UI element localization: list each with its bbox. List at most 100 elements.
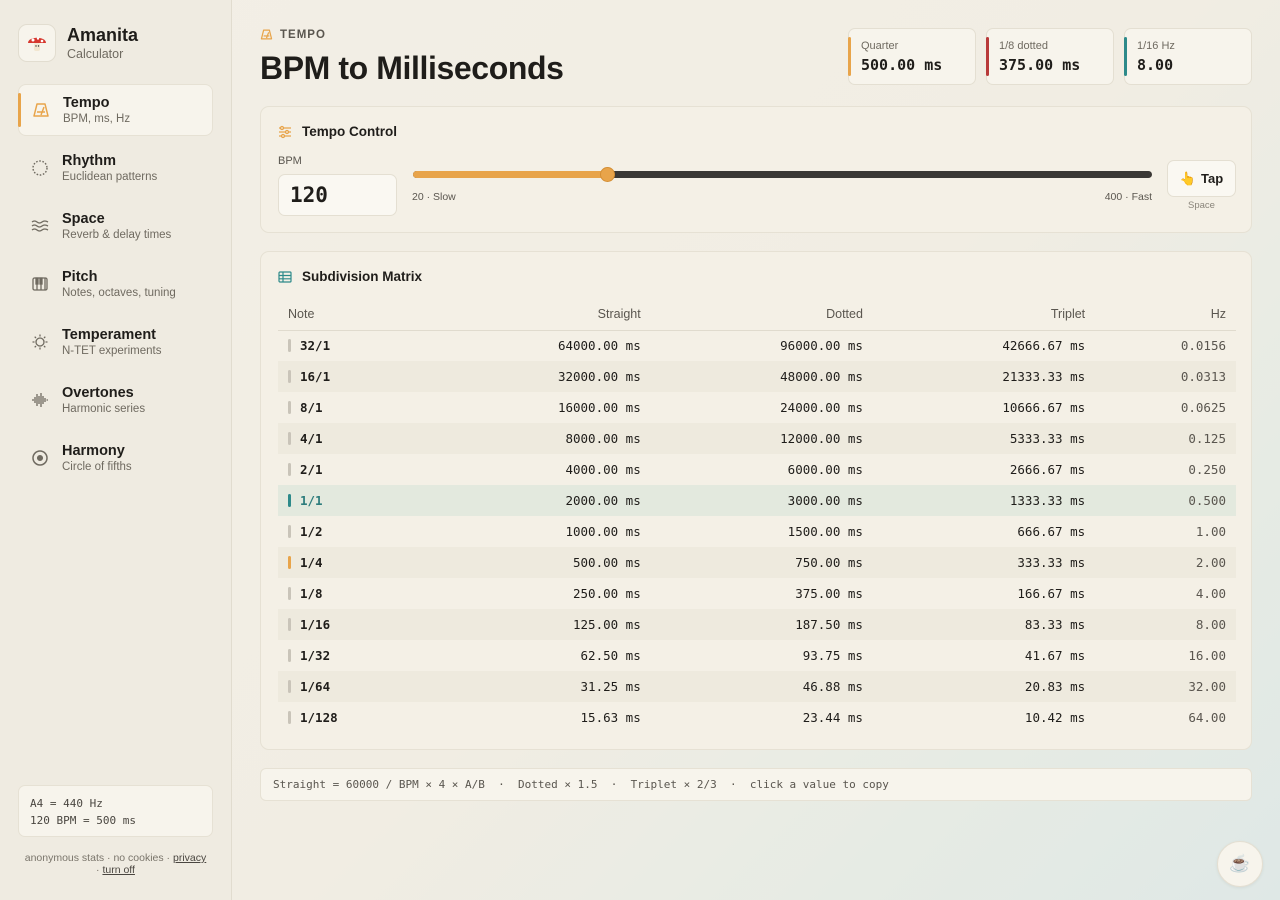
sidebar-item-overtones[interactable]: Overtones Harmonic series — [18, 374, 213, 426]
cell-hz[interactable]: 2.00 — [1095, 547, 1236, 578]
cell-hz[interactable]: 0.0156 — [1095, 330, 1236, 361]
cell-hz[interactable]: 0.0625 — [1095, 392, 1236, 423]
sidebar-item-space[interactable]: Space Reverb & delay times — [18, 200, 213, 252]
cell-straight[interactable]: 500.00 ms — [428, 547, 651, 578]
table-row: 4/1 8000.00 ms 12000.00 ms 5333.33 ms 0.125 — [278, 423, 1236, 454]
table-row: 1/4 500.00 ms 750.00 ms 333.33 ms 2.00 — [278, 547, 1236, 578]
privacy-link[interactable]: privacy — [173, 852, 206, 864]
note-label: 1/1 — [300, 493, 323, 508]
coffee-icon[interactable]: ☕ — [1217, 841, 1263, 887]
turn-off-stats-link[interactable]: turn off — [102, 864, 135, 876]
cell-triplet[interactable]: 666.67 ms — [873, 516, 1095, 547]
cell-dotted[interactable]: 6000.00 ms — [651, 454, 873, 485]
cell-note[interactable]: 2/1 — [278, 454, 429, 485]
cell-straight[interactable]: 64000.00 ms — [429, 330, 651, 361]
cell-triplet[interactable]: 21333.33 ms — [872, 361, 1096, 392]
cell-straight[interactable]: 31.25 ms — [428, 671, 651, 702]
cell-note[interactable]: 1/1 — [278, 485, 429, 516]
sidebar-item-tempo[interactable]: Tempo BPM, ms, Hz — [18, 84, 213, 136]
stat-value: 8.00 — [1137, 56, 1174, 74]
stat-eighth-dotted[interactable]: 1/8 dotted 375.00 ms — [986, 28, 1114, 85]
cell-straight[interactable]: 4000.00 ms — [429, 454, 651, 485]
cell-note[interactable]: 32/1 — [278, 330, 429, 361]
slider-fill — [413, 171, 608, 178]
bpm-input[interactable] — [278, 174, 397, 216]
cell-hz[interactable]: 1.00 — [1095, 516, 1236, 547]
cell-triplet[interactable]: 1333.33 ms — [872, 485, 1096, 516]
cell-hz[interactable]: 64.00 — [1095, 702, 1236, 733]
cell-triplet[interactable]: 333.33 ms — [872, 547, 1096, 578]
subdivision-table: Note Straight Dotted Triplet Hz 32/1 6400… — [278, 299, 1236, 733]
table-row: 1/32 62.50 ms 93.75 ms 41.67 ms 16.00 — [278, 640, 1236, 671]
tap-label: Tap — [1201, 171, 1224, 186]
stat-quarter[interactable]: Quarter 500.00 ms — [848, 28, 976, 85]
cell-hz[interactable]: 8.00 — [1095, 609, 1236, 640]
cell-dotted[interactable]: 750.00 ms — [650, 547, 873, 578]
cell-dotted[interactable]: 96000.00 ms — [651, 330, 873, 361]
note-marker — [288, 339, 291, 353]
cell-note[interactable]: 1/2 — [278, 516, 429, 547]
cell-straight[interactable]: 62.50 ms — [429, 640, 651, 671]
note-label: 1/16 — [300, 617, 331, 632]
cell-straight[interactable]: 16000.00 ms — [429, 392, 651, 423]
cell-hz[interactable]: 0.125 — [1095, 423, 1236, 454]
note-marker — [288, 711, 291, 724]
cell-straight[interactable]: 2000.00 ms — [428, 485, 651, 516]
cell-dotted[interactable]: 375.00 ms — [651, 578, 873, 609]
cell-note[interactable]: 4/1 — [278, 423, 429, 454]
cell-straight[interactable]: 1000.00 ms — [429, 516, 651, 547]
cell-triplet[interactable]: 41.67 ms — [873, 640, 1095, 671]
cell-dotted[interactable]: 1500.00 ms — [651, 516, 873, 547]
note-marker — [288, 432, 291, 445]
cell-dotted[interactable]: 187.50 ms — [650, 609, 873, 640]
cell-triplet[interactable]: 83.33 ms — [872, 609, 1096, 640]
tap-tempo-button[interactable]: 👆 Tap — [1167, 160, 1236, 197]
cell-straight[interactable]: 15.63 ms — [429, 702, 651, 733]
cell-triplet[interactable]: 2666.67 ms — [873, 454, 1095, 485]
cell-dotted[interactable]: 23.44 ms — [651, 702, 873, 733]
cell-note[interactable]: 1/16 — [278, 609, 429, 640]
sidebar-item-pitch[interactable]: Pitch Notes, octaves, tuning — [18, 258, 213, 310]
cell-dotted[interactable]: 46.88 ms — [650, 671, 873, 702]
cell-triplet[interactable]: 10666.67 ms — [873, 392, 1095, 423]
sidebar-item-rhythm[interactable]: Rhythm Euclidean patterns — [18, 142, 213, 194]
section-kicker: TEMPO — [260, 28, 326, 41]
cell-hz[interactable]: 16.00 — [1095, 640, 1236, 671]
cell-triplet[interactable]: 10.42 ms — [873, 702, 1095, 733]
sidebar-item-harmony[interactable]: Harmony Circle of fifths — [18, 432, 213, 484]
note-label: 8/1 — [300, 400, 323, 415]
cell-triplet[interactable]: 42666.67 ms — [873, 330, 1095, 361]
brand[interactable]: Amanita Calculator — [18, 24, 138, 62]
cell-triplet[interactable]: 5333.33 ms — [872, 423, 1096, 454]
cell-straight[interactable]: 250.00 ms — [429, 578, 651, 609]
cell-note[interactable]: 1/64 — [278, 671, 429, 702]
cell-dotted[interactable]: 93.75 ms — [651, 640, 873, 671]
cell-straight[interactable]: 125.00 ms — [428, 609, 651, 640]
cell-triplet[interactable]: 20.83 ms — [872, 671, 1096, 702]
cell-note[interactable]: 1/8 — [278, 578, 429, 609]
cell-hz[interactable]: 0.0313 — [1095, 361, 1236, 392]
cell-straight[interactable]: 32000.00 ms — [428, 361, 651, 392]
cell-dotted[interactable]: 24000.00 ms — [651, 392, 873, 423]
cell-note[interactable]: 16/1 — [278, 361, 429, 392]
sidebar-item-temperament[interactable]: Temperament N-TET experiments — [18, 316, 213, 368]
cell-note[interactable]: 1/4 — [278, 547, 429, 578]
tempo-control-card: Tempo Control BPM 20 · Slow 400 · Fast 👆… — [260, 106, 1252, 233]
cell-note[interactable]: 8/1 — [278, 392, 429, 423]
stat-sixteenth-hz[interactable]: 1/16 Hz 8.00 — [1124, 28, 1252, 85]
slider-thumb[interactable] — [600, 167, 616, 182]
subdivision-matrix-card: Subdivision Matrix Note Straight Dotted … — [260, 251, 1252, 750]
cell-note[interactable]: 1/128 — [278, 702, 429, 733]
cell-dotted[interactable]: 3000.00 ms — [650, 485, 873, 516]
cell-straight[interactable]: 8000.00 ms — [428, 423, 651, 454]
cell-hz[interactable]: 0.250 — [1095, 454, 1236, 485]
cell-note[interactable]: 1/32 — [278, 640, 429, 671]
cell-dotted[interactable]: 48000.00 ms — [650, 361, 873, 392]
cell-hz[interactable]: 32.00 — [1095, 671, 1236, 702]
note-marker — [288, 680, 291, 693]
cell-dotted[interactable]: 12000.00 ms — [650, 423, 873, 454]
cell-triplet[interactable]: 166.67 ms — [873, 578, 1095, 609]
bpm-slider[interactable] — [413, 167, 1152, 182]
cell-hz[interactable]: 0.500 — [1095, 485, 1236, 516]
cell-hz[interactable]: 4.00 — [1095, 578, 1236, 609]
